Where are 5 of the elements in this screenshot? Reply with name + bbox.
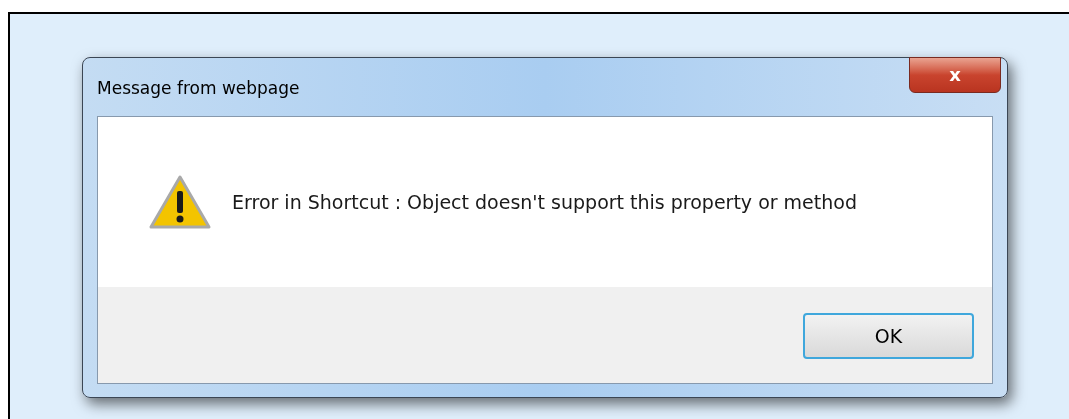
- error-message: Error in Shortcut : Object doesn't support this property or method: [232, 189, 857, 215]
- ok-button[interactable]: OK: [803, 313, 974, 359]
- close-button[interactable]: x: [909, 57, 1001, 93]
- window-title: Message from webpage: [97, 77, 300, 101]
- warning-icon: [148, 174, 212, 230]
